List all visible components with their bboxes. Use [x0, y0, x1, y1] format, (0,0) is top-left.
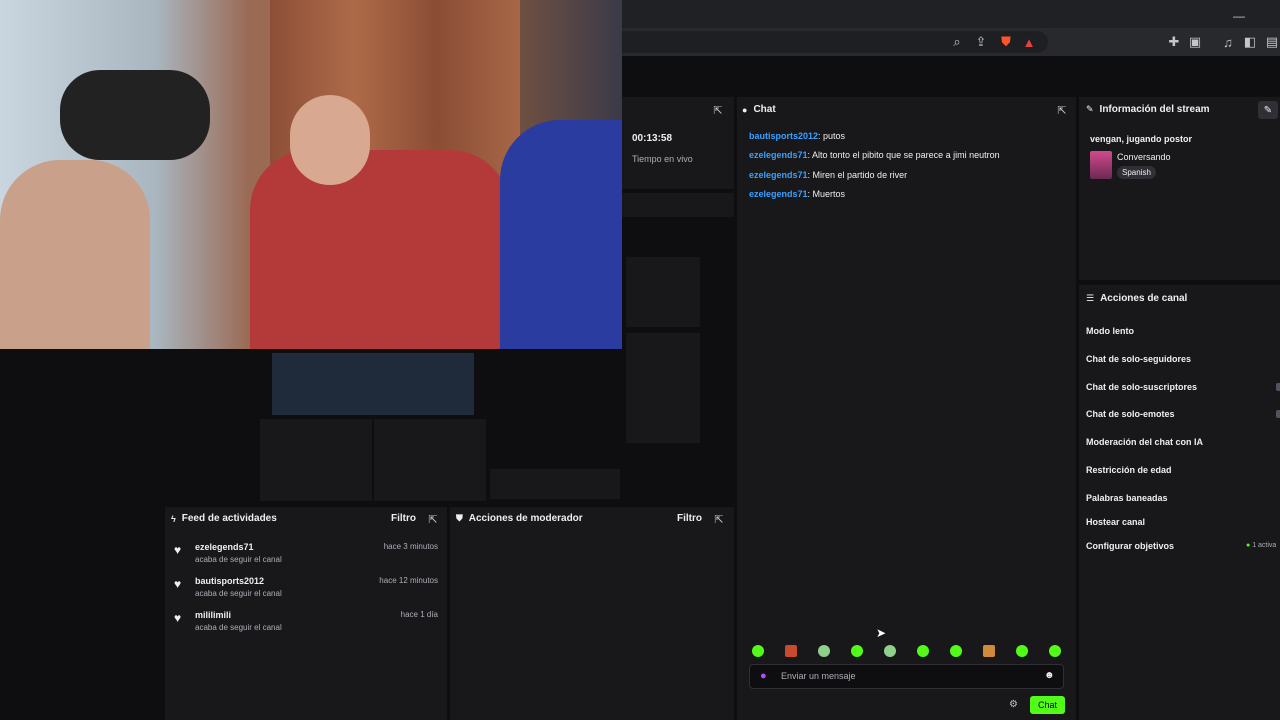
action-banned-words[interactable]: Palabras baneadas [1086, 493, 1168, 503]
emote-icon[interactable] [1016, 645, 1028, 657]
brave-shield-icon[interactable]: ⛊ [998, 34, 1014, 50]
edit-stream-info-button[interactable]: ✎ [1258, 101, 1278, 119]
action-followers-only[interactable]: Chat de solo-seguidores [1086, 354, 1191, 364]
action-host-channel[interactable]: Hostear canal [1086, 517, 1145, 527]
channel-actions-title: ☰ Acciones de canal [1086, 293, 1188, 304]
feed-time: hace 1 día [400, 610, 438, 619]
feed-action: acaba de seguir el canal [195, 589, 282, 598]
wallet-2-icon[interactable]: ▤ [1264, 34, 1280, 50]
chat-message: ezelegends71: Alto tonto el pibito que s… [749, 150, 1000, 160]
chat-popout-icon[interactable]: ⇱ [1056, 104, 1068, 117]
stream-info-panel [1079, 97, 1280, 280]
feed-time: hace 3 minutos [383, 542, 438, 551]
action-emotes-only[interactable]: Chat de solo-emotes [1086, 409, 1175, 419]
emote-icon[interactable] [785, 645, 797, 657]
language-tag: Spanish [1117, 166, 1156, 179]
chat-message: ezelegends71: Miren el partido de river [749, 170, 907, 180]
chat-title: ● Chat [742, 104, 776, 115]
stats-panel-2 [622, 193, 734, 217]
stream-category: Conversando [1117, 152, 1171, 162]
chat-text: : Alto tonto el pibito que se parece a j… [807, 150, 1000, 160]
feed-username[interactable]: ezelegends71 [195, 542, 254, 552]
edit-icon: ✎ [1263, 104, 1273, 116]
emote-icon[interactable] [752, 645, 764, 657]
pencil-icon: ✎ [1086, 104, 1094, 114]
chat-text: : Miren el partido de river [807, 170, 908, 180]
share-icon[interactable]: ⇪ [973, 34, 989, 50]
zoom-icon[interactable]: ⌕ [949, 34, 965, 50]
list-icon: ☰ [1086, 293, 1095, 303]
chat-settings-gear-icon[interactable]: ⚙ [1009, 699, 1018, 710]
feed-action: acaba de seguir el canal [195, 555, 282, 564]
activity-feed-filter-button[interactable]: Filtro [391, 513, 416, 524]
chat-username[interactable]: ezelegends71 [749, 170, 808, 180]
chat-message: ezelegends71: Muertos [749, 189, 845, 199]
feed-username[interactable]: bautisports2012 [195, 576, 264, 586]
emoji-icon[interactable]: ☻ [1044, 670, 1055, 681]
chat-username[interactable]: ezelegends71 [749, 189, 808, 199]
extensions-icon[interactable]: ✚ [1166, 34, 1182, 50]
emote-icon[interactable] [983, 645, 995, 657]
mini-dashboard-preview [622, 217, 704, 507]
heart-icon: ♥ [174, 611, 182, 625]
moderator-filter-button[interactable]: Filtro [677, 513, 702, 524]
feed-time: hace 12 minutos [379, 576, 438, 585]
goals-status: ● 1 activa [1246, 542, 1277, 549]
heart-icon: ♥ [174, 543, 182, 557]
lightning-icon: ϟ [171, 513, 176, 524]
brave-rewards-icon[interactable]: ▲ [1021, 34, 1037, 50]
toggle-emotes-only[interactable] [1276, 410, 1280, 418]
stream-title: vengan, jugando postor [1090, 134, 1193, 144]
activity-feed-title: ϟ Feed de actividades [171, 513, 277, 524]
popout-icon[interactable]: ⇱ [712, 104, 724, 117]
sidebar-icon[interactable]: ◧ [1242, 34, 1258, 50]
emote-icon[interactable] [884, 645, 896, 657]
shield-icon: ⛊ [456, 513, 463, 523]
microphone-icon[interactable]: ● [760, 670, 767, 682]
stream-timer-label: Tiempo en vivo [632, 154, 693, 164]
chat-message: bautisports2012: putos [749, 131, 845, 141]
chat-input-placeholder: Enviar un mensaje [781, 671, 856, 681]
heart-icon: ♥ [174, 577, 182, 591]
emote-icon[interactable] [818, 645, 830, 657]
action-subscribers-only[interactable]: Chat de solo-suscriptores [1086, 382, 1197, 392]
moderator-popout-icon[interactable]: ⇱ [713, 513, 725, 526]
wallet-icon[interactable]: ▣ [1187, 34, 1203, 50]
chat-bubble-icon: ● [742, 104, 748, 115]
status-dot-icon: ● [1246, 542, 1251, 549]
action-configure-goals[interactable]: Configurar objetivos [1086, 541, 1174, 551]
feed-username[interactable]: mililimili [195, 610, 231, 620]
category-thumbnail [1090, 151, 1112, 179]
chat-username[interactable]: ezelegends71 [749, 150, 808, 160]
emote-icon[interactable] [1049, 645, 1061, 657]
chat-text: : Muertos [807, 189, 846, 199]
toggle-subscribers-only[interactable] [1276, 383, 1280, 391]
emote-icon[interactable] [950, 645, 962, 657]
stream-timer: 00:13:58 [632, 133, 673, 144]
activity-feed-popout-icon[interactable]: ⇱ [427, 513, 439, 526]
emote-icon[interactable] [917, 645, 929, 657]
action-slow-mode[interactable]: Modo lento [1086, 326, 1134, 336]
minimize-icon[interactable]: — [1233, 9, 1245, 23]
action-ai-moderation[interactable]: Moderación del chat con IA [1086, 437, 1203, 447]
action-age-restriction[interactable]: Restricción de edad [1086, 465, 1172, 475]
media-icon[interactable]: ♫ [1220, 34, 1236, 50]
chat-username[interactable]: bautisports2012 [749, 131, 818, 141]
emote-icon[interactable] [851, 645, 863, 657]
webcam-video [0, 0, 622, 349]
stream-info-title: ✎ Información del stream [1086, 104, 1210, 115]
chat-text: : putos [818, 131, 846, 141]
moderator-actions-title: ⛊ Acciones de moderador [456, 513, 583, 524]
mouse-cursor-icon: ➤ [876, 626, 887, 640]
moderator-actions-panel [450, 507, 734, 720]
chat-send-button[interactable]: Chat [1030, 696, 1065, 714]
feed-action: acaba de seguir el canal [195, 623, 282, 632]
screen-capture-preview [194, 349, 624, 504]
